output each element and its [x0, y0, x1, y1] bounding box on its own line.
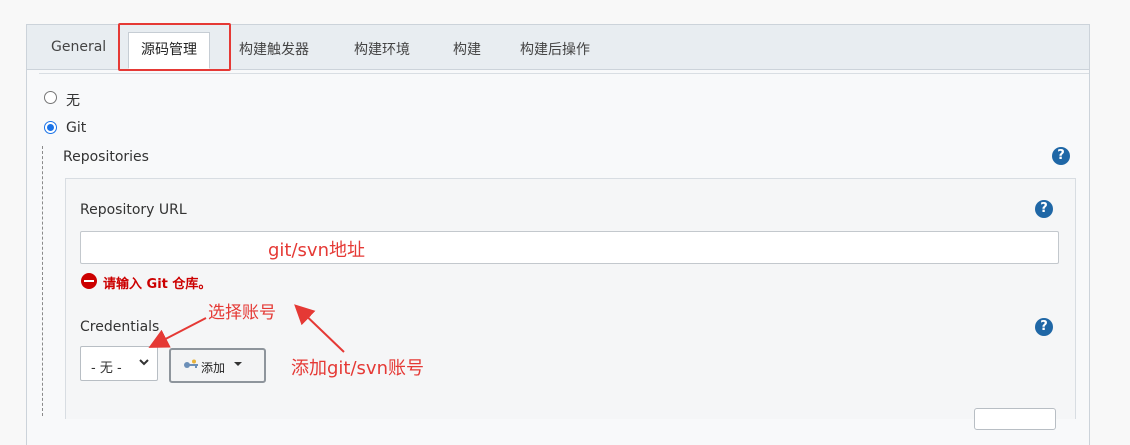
partial-button[interactable] [974, 408, 1056, 430]
radio-none-label: 无 [66, 93, 80, 109]
radio-none[interactable] [44, 91, 57, 104]
key-icon [183, 359, 199, 371]
repositories-label: Repositories [63, 149, 149, 165]
tab-build[interactable]: 构建 [453, 39, 481, 59]
credentials-select[interactable]: - 无 - [80, 346, 158, 381]
divider [39, 73, 1089, 74]
help-icon[interactable]: ? [1052, 147, 1070, 165]
tab-general[interactable]: General [51, 39, 106, 55]
annotation-add-note: 添加git/svn账号 [291, 358, 424, 379]
credentials-selected-value: - 无 - [91, 361, 122, 376]
error-icon [81, 273, 97, 289]
tab-highlight-box [118, 23, 231, 71]
caret-down-icon [233, 360, 243, 371]
repository-url-input[interactable] [80, 231, 1059, 264]
add-button-label: 添加 [201, 361, 226, 375]
annotation-select-note: 选择账号 [208, 303, 276, 323]
tab-post-build[interactable]: 构建后操作 [520, 39, 590, 59]
tab-build-environment[interactable]: 构建环境 [354, 39, 410, 59]
help-icon[interactable]: ? [1035, 200, 1053, 218]
git-section-guide [42, 146, 43, 416]
chevron-down-icon [138, 355, 150, 373]
repository-url-label: Repository URL [80, 202, 187, 218]
help-icon[interactable]: ? [1035, 318, 1053, 336]
repository-url-error: 请输入 Git 仓库。 [103, 277, 212, 292]
radio-git[interactable] [44, 121, 57, 134]
annotation-url-note: git/svn地址 [268, 240, 365, 261]
radio-git-label: Git [66, 120, 87, 136]
add-credentials-button[interactable]: 添加 [169, 348, 266, 383]
top-bar [0, 0, 1130, 24]
credentials-label: Credentials [80, 319, 160, 335]
tab-build-triggers[interactable]: 构建触发器 [239, 39, 309, 59]
